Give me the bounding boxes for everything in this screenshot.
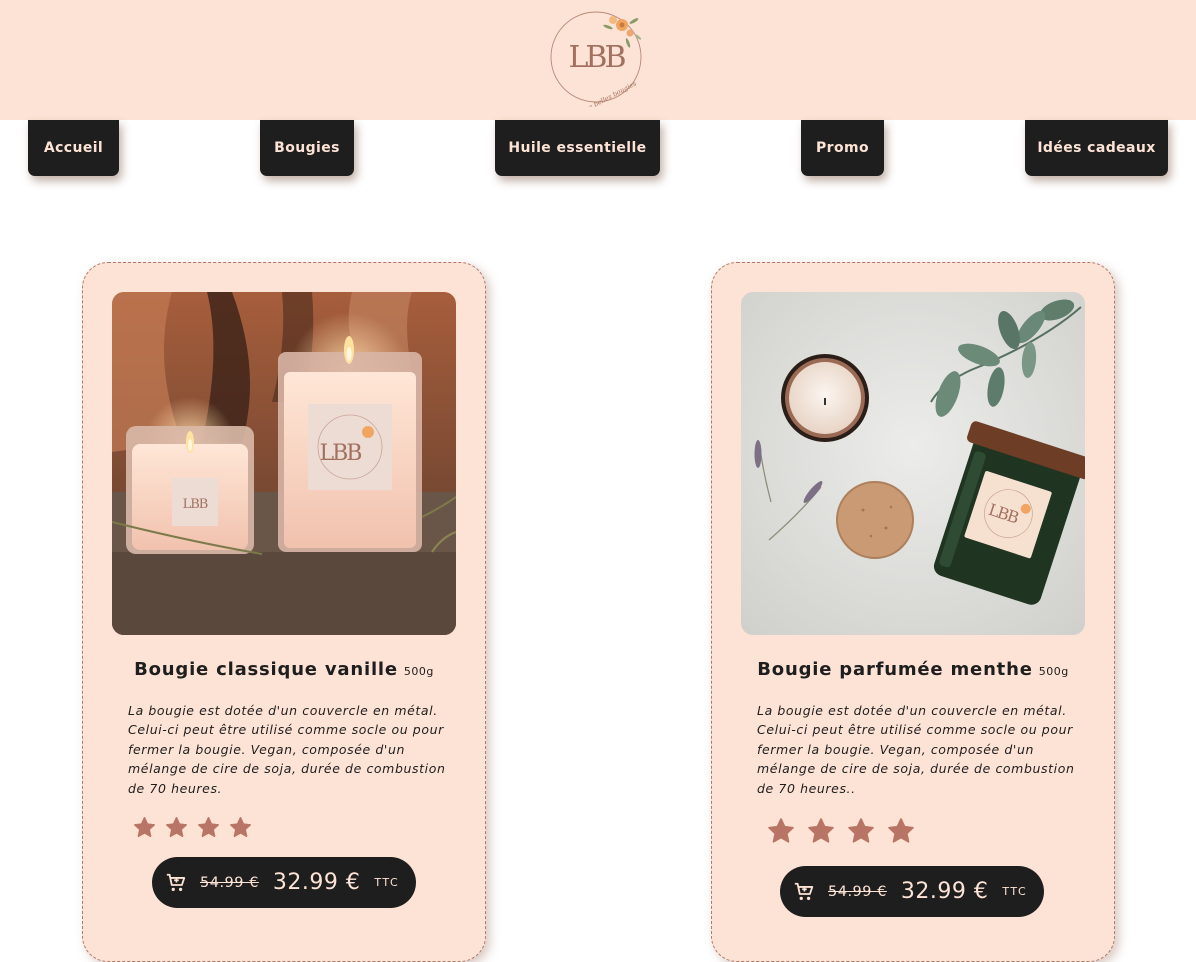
product-description: La bougie est dotée d'un couvercle en mé… — [757, 703, 1075, 796]
add-to-cart-button[interactable]: 54.99 € 32.99 € TTC — [780, 866, 1044, 917]
shopping-cart-icon — [794, 882, 814, 900]
product-card-vanille[interactable]: LBB LBB Bougie classique vanille 500g La … — [82, 262, 486, 962]
product-description: La bougie est dotée d'un couvercle en mé… — [128, 703, 446, 796]
product-title-row: Bougie parfumée menthe 500g — [712, 659, 1114, 680]
star-icon[interactable] — [229, 816, 252, 839]
star-icon[interactable] — [165, 816, 188, 839]
product-name: Bougie parfumée menthe — [757, 659, 1033, 680]
nav-accueil-button[interactable]: Accueil — [28, 120, 119, 176]
old-price: 54.99 € — [200, 874, 259, 891]
rating-stars — [767, 817, 915, 845]
svg-text:LBB: LBB — [320, 441, 362, 466]
product-weight: 500g — [1038, 665, 1069, 678]
rating-stars — [133, 816, 252, 839]
nav-huile-essentielle-button[interactable]: Huile essentielle — [495, 120, 660, 176]
add-to-cart-button[interactable]: 54.99 € 32.99 € TTC — [152, 857, 416, 908]
star-icon[interactable] — [887, 817, 915, 845]
two-lit-candles-photo: LBB LBB — [112, 292, 456, 635]
tax-label: TTC — [1002, 885, 1028, 898]
star-icon[interactable] — [767, 817, 795, 845]
site-header: LBB Les belles bougies — [0, 0, 1196, 120]
nav-bougies-button[interactable]: Bougies — [260, 120, 354, 176]
star-icon[interactable] — [807, 817, 835, 845]
shopping-cart-icon — [166, 873, 186, 891]
nav-promo-button[interactable]: Promo — [801, 120, 884, 176]
star-icon[interactable] — [847, 817, 875, 845]
product-card-menthe[interactable]: LBB Bougie parfumée menthe 500g La bougie… — [711, 262, 1115, 962]
svg-text:Les belles bougies: Les belles bougies — [580, 79, 639, 107]
svg-text:LBB: LBB — [568, 40, 625, 75]
product-photo-vanille[interactable]: LBB LBB — [112, 292, 456, 635]
product-weight: 500g — [403, 665, 434, 678]
star-icon[interactable] — [133, 816, 156, 839]
current-price: 32.99 € — [900, 879, 989, 904]
star-icon[interactable] — [197, 816, 220, 839]
old-price: 54.99 € — [828, 883, 887, 900]
product-name: Bougie classique vanille — [134, 659, 398, 680]
product-title-row: Bougie classique vanille 500g — [83, 659, 485, 680]
nav-idees-cadeaux-button[interactable]: Idées cadeaux — [1025, 120, 1168, 176]
tax-label: TTC — [374, 876, 400, 889]
svg-text:LBB: LBB — [183, 497, 208, 512]
logo-mark: LBB Les belles bougies — [550, 11, 642, 115]
current-price: 32.99 € — [272, 870, 361, 895]
product-photo-menthe[interactable]: LBB — [741, 292, 1085, 635]
green-jar-candle-eucalyptus-photo: LBB — [741, 292, 1085, 635]
brand-logo[interactable]: LBB Les belles bougies — [548, 7, 648, 115]
